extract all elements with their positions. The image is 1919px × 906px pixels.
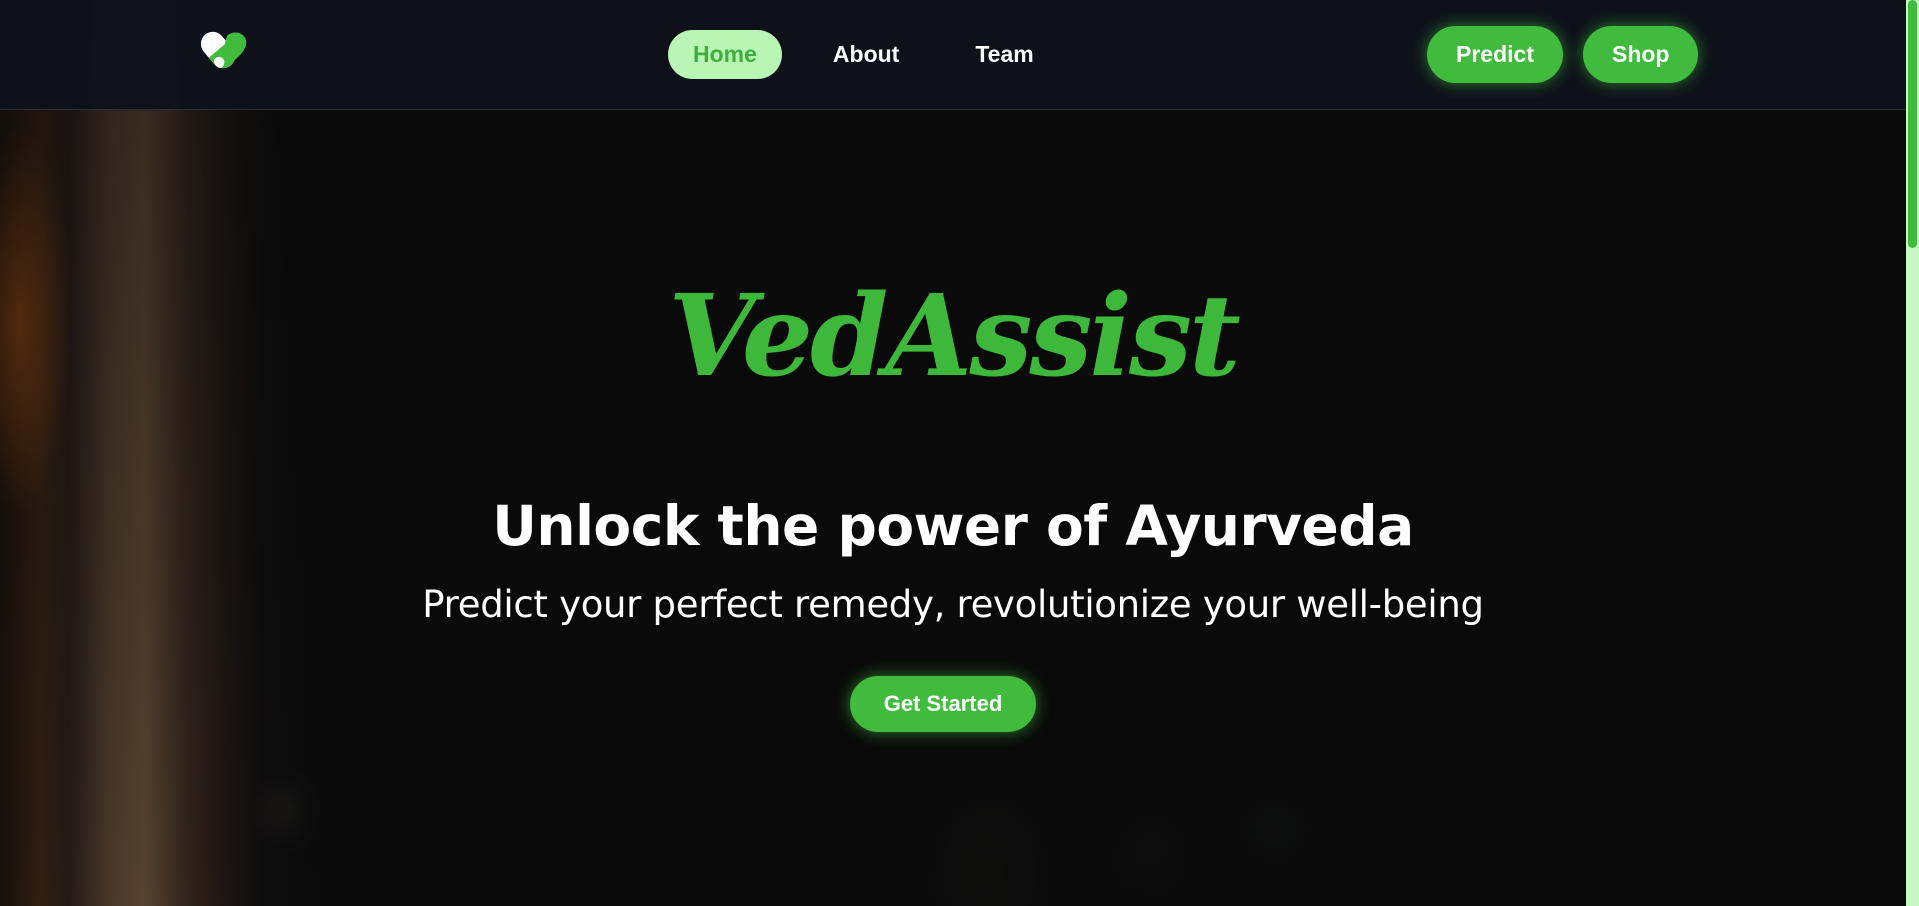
navbar: Home About Team Predict Shop <box>0 0 1906 110</box>
landing-page: Home About Team Predict Shop VedAssist U… <box>0 0 1919 906</box>
nav-links: Home About Team <box>668 30 1085 79</box>
predict-button[interactable]: Predict <box>1427 26 1563 83</box>
hero-subheadline: Predict your perfect remedy, revolutioni… <box>422 583 1484 626</box>
hero-section: VedAssist Unlock the power of Ayurveda P… <box>0 109 1906 906</box>
nav-link-home[interactable]: Home <box>668 30 782 79</box>
scrollbar-thumb[interactable] <box>1908 0 1917 248</box>
nav-link-about[interactable]: About <box>808 30 924 79</box>
brand-title: VedAssist <box>668 271 1241 402</box>
nav-actions: Predict Shop <box>1427 26 1718 83</box>
capsule-heart-icon[interactable] <box>200 26 250 76</box>
hero-headline: Unlock the power of Ayurveda <box>492 494 1414 558</box>
vertical-scrollbar[interactable] <box>1906 0 1919 906</box>
shop-button[interactable]: Shop <box>1582 26 1699 83</box>
nav-link-team[interactable]: Team <box>950 30 1058 79</box>
get-started-button[interactable]: Get Started <box>850 676 1036 732</box>
